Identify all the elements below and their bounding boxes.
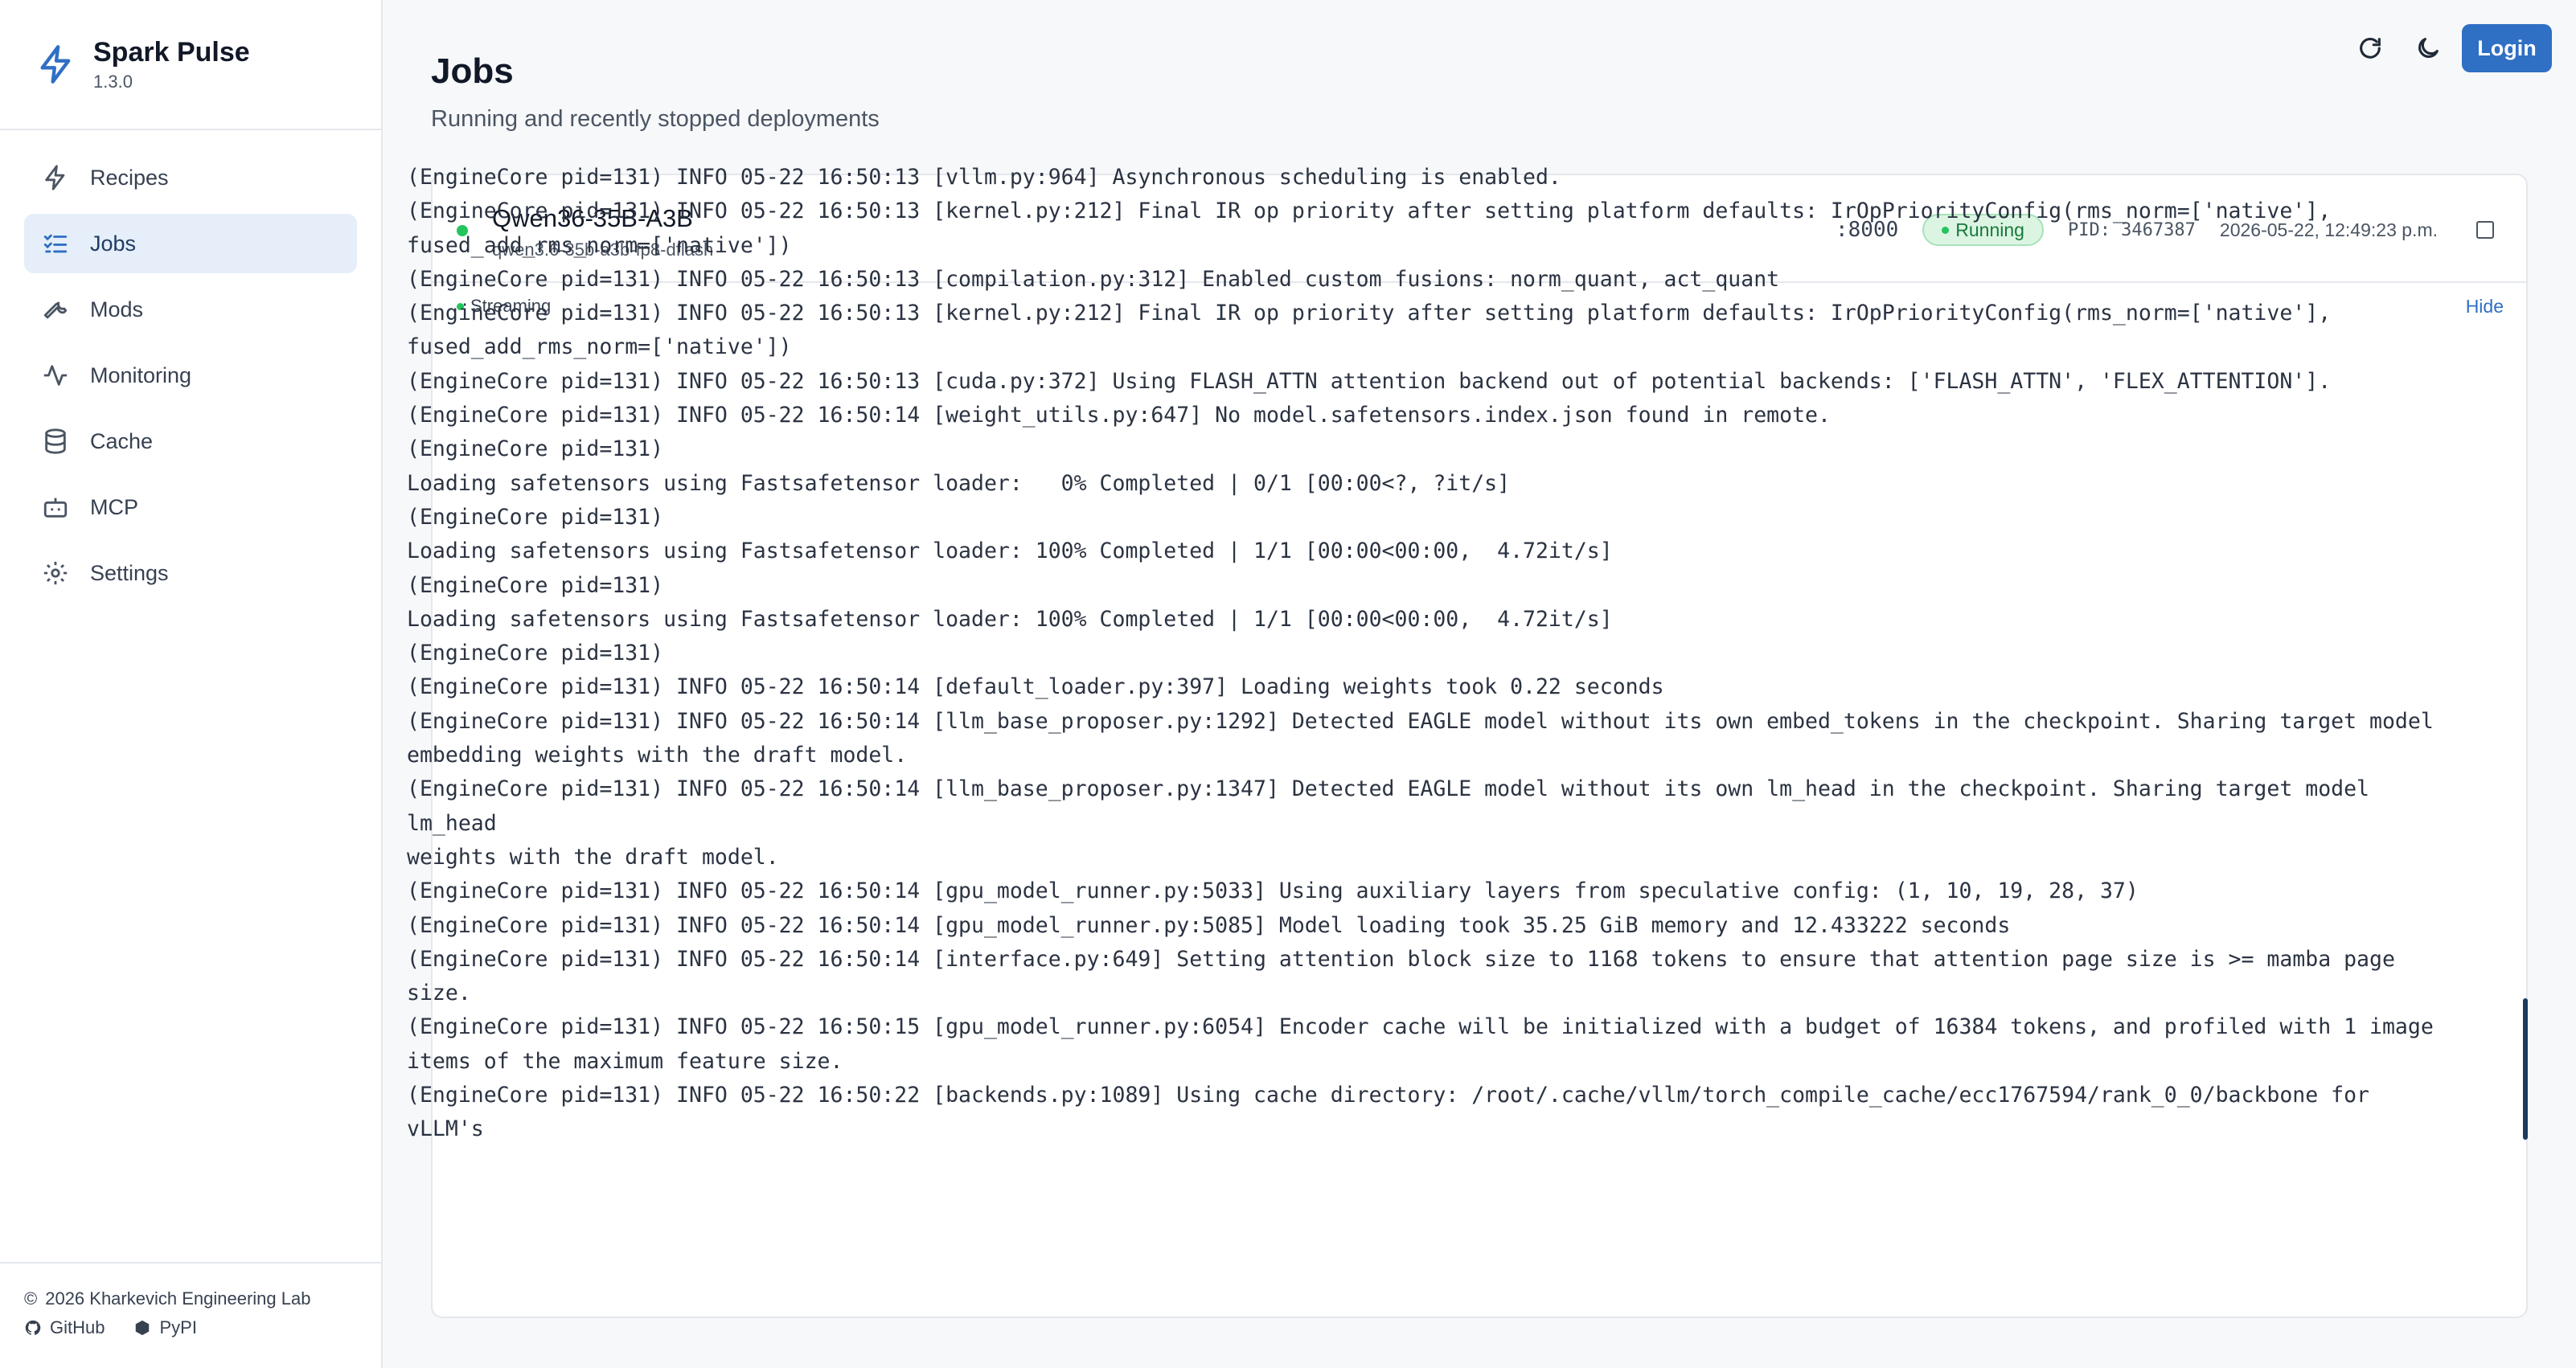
bolt-icon [35,40,77,88]
bolt-icon [45,165,65,190]
log-line: (EngineCore pid=131) INFO 05-22 16:50:13… [407,266,1780,292]
log-line: Loading safetensors using Fastsafetensor… [407,470,1511,496]
sidebar-item-recipes[interactable]: Recipes [24,148,357,207]
page-subtitle: Running and recently stopped deployments [431,106,880,132]
activity-icon [43,365,68,386]
log-line: (EngineCore pid=131) INFO 05-22 16:50:13… [407,301,2332,360]
log-line: (EngineCore pid=131) [407,436,664,462]
log-line: Loading safetensors using Fastsafetensor… [407,539,1613,564]
github-link[interactable]: GitHub [24,1317,105,1338]
sidebar-footer: © 2026 Kharkevich Engineering Lab GitHub… [0,1262,381,1368]
log-line: (EngineCore pid=131) [407,504,664,530]
sidebar-item-mcp[interactable]: MCP [24,477,357,537]
sidebar-item-label: Monitoring [90,362,192,387]
log-line: Loading safetensors using Fastsafetensor… [407,606,1613,632]
refresh-button[interactable] [2346,24,2394,72]
sidebar-item-jobs[interactable]: Jobs [24,214,357,273]
sidebar-item-label: MCP [90,494,138,519]
sidebar-item-cache[interactable]: Cache [24,412,357,471]
app-name: Spark Pulse [93,37,250,68]
log-line: (EngineCore pid=131) [407,572,664,598]
theme-toggle-button[interactable] [2404,24,2452,72]
main-content: Jobs Running and recently stopped deploy… [383,0,2576,1368]
log-line: (EngineCore pid=131) INFO 05-22 16:50:14… [407,674,1664,700]
copyright-text: 2026 Kharkevich Engineering Lab [45,1288,311,1309]
sidebar-item-label: Mods [90,297,144,322]
login-button[interactable]: Login [2462,24,2552,72]
brand[interactable]: Spark Pulse 1.3.0 [0,0,381,130]
sidebar-item-label: Jobs [90,231,137,256]
sidebar-item-settings[interactable]: Settings [24,543,357,603]
log-line: (EngineCore pid=131) INFO 05-22 16:50:14… [407,776,2370,870]
log-line: (EngineCore pid=131) INFO 05-22 16:50:13… [407,165,1561,190]
sidebar-item-mods[interactable]: Mods [24,280,357,339]
github-icon [25,1320,41,1335]
log-line: (EngineCore pid=131) [407,641,664,666]
sidebar: Spark Pulse 1.3.0 Recipes Jobs Mods Moni… [0,0,383,1368]
gear-icon [43,561,68,585]
log-line: (EngineCore pid=131) INFO 05-22 16:50:14… [407,946,2408,1006]
hide-log-button[interactable]: Hide [2466,296,2504,317]
sidebar-item-label: Recipes [90,165,169,190]
sidebar-nav: Recipes Jobs Mods Monitoring Cache MCP S… [0,130,381,603]
database-icon [45,428,66,454]
log-line: (EngineCore pid=131) INFO 05-22 16:50:14… [407,708,2434,768]
package-icon [136,1320,150,1336]
bot-icon [43,498,68,518]
sidebar-item-label: Settings [90,560,169,585]
log-line: (EngineCore pid=131) INFO 05-22 16:50:15… [407,1014,2434,1074]
log-scrollbar[interactable] [2523,998,2528,1140]
pypi-link[interactable]: PyPI [133,1317,197,1338]
log-line: (EngineCore pid=131) INFO 05-22 16:50:13… [407,368,2332,394]
app-version: 1.3.0 [93,72,133,92]
refresh-icon [2360,38,2381,59]
checklist-icon [43,234,68,253]
top-actions: Login [2346,24,2552,72]
copyright-icon: © [24,1288,38,1309]
log-output[interactable]: (EngineCore pid=131) INFO 05-22 16:50:13… [407,161,2449,1138]
log-line: (EngineCore pid=131) INFO 05-22 16:50:14… [407,403,1831,428]
log-line: (EngineCore pid=131) INFO 05-22 16:50:22… [407,1083,2370,1138]
moon-icon [2418,38,2439,58]
page-title: Jobs [431,51,514,91]
stop-button[interactable] [2476,221,2494,239]
log-line: (EngineCore pid=131) INFO 05-22 16:50:14… [407,912,2011,938]
sidebar-item-monitoring[interactable]: Monitoring [24,346,357,405]
log-line: (EngineCore pid=131) INFO 05-22 16:50:13… [407,199,2332,258]
wrench-icon [43,301,68,319]
log-line: (EngineCore pid=131) INFO 05-22 16:50:14… [407,879,2139,904]
sidebar-item-label: Cache [90,428,154,453]
